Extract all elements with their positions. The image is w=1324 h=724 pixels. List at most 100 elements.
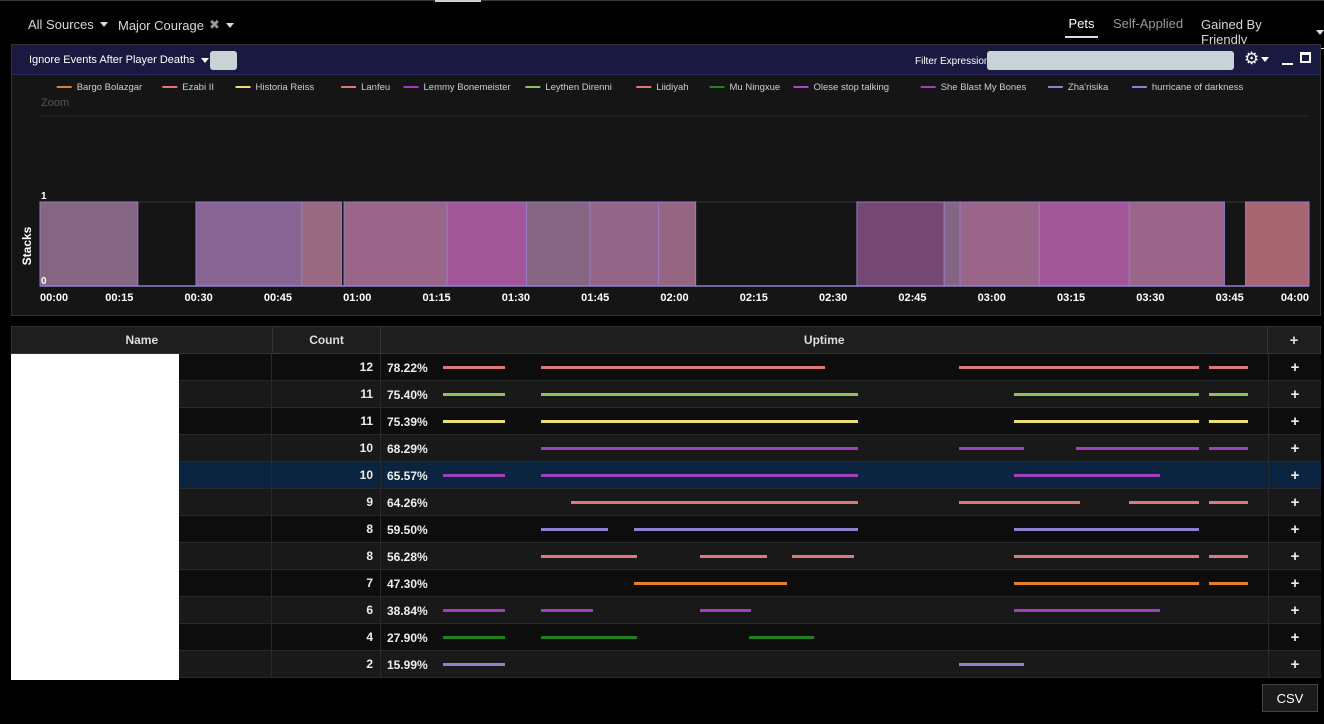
- uptime-segment: [1013, 609, 1161, 612]
- legend-item: Leythen Direnni: [545, 82, 612, 93]
- expand-row-button[interactable]: +: [1269, 462, 1321, 488]
- minimize-icon[interactable]: [1282, 54, 1293, 65]
- cell-count: 11: [272, 381, 381, 407]
- uptime-segment: [1013, 555, 1200, 558]
- stack-area: [301, 201, 342, 287]
- table-row[interactable]: 8 56.28% +: [11, 543, 1321, 570]
- stack-area: [343, 201, 448, 287]
- cell-count: 6: [272, 597, 381, 623]
- expand-row-button[interactable]: +: [1269, 570, 1321, 596]
- filter-expression-label: Filter Expression:: [915, 56, 993, 67]
- uptime-segment: [958, 501, 1081, 504]
- header-count[interactable]: Count: [273, 327, 382, 353]
- x-tick-label: 00:45: [264, 292, 292, 304]
- uptime-segment: [958, 663, 1025, 666]
- legend-item: Historia Reiss: [256, 82, 315, 93]
- cell-uptime: 38.84%: [381, 597, 1269, 623]
- expand-row-button[interactable]: +: [1269, 543, 1321, 569]
- y-axis-label: Stacks: [20, 226, 34, 265]
- sources-label: All Sources: [28, 17, 94, 32]
- header-add-column[interactable]: +: [1268, 327, 1320, 353]
- stack-area: [959, 201, 1040, 287]
- stack-area: [1245, 201, 1310, 287]
- uptime-segment: [1013, 582, 1200, 585]
- close-icon[interactable]: ✖: [209, 17, 220, 33]
- header-name[interactable]: Name: [12, 327, 273, 353]
- tab-self-applied[interactable]: Self-Applied: [1113, 16, 1183, 31]
- uptime-segment: [634, 528, 858, 531]
- y-tick-label: 0: [41, 276, 47, 287]
- uptime-percent: 75.39%: [387, 415, 428, 429]
- zoom-label: Zoom: [41, 97, 69, 109]
- expand-row-button[interactable]: +: [1269, 354, 1321, 380]
- expand-row-button[interactable]: +: [1269, 624, 1321, 650]
- ignore-deaths-toggle[interactable]: [210, 51, 237, 70]
- filter-expression-input[interactable]: [987, 51, 1234, 70]
- table-row[interactable]: 12 78.22% +: [11, 354, 1321, 381]
- ignore-deaths-dropdown[interactable]: Ignore Events After Player Deaths: [29, 54, 209, 66]
- table-row[interactable]: 10 65.57% +: [11, 462, 1321, 489]
- chevron-down-icon: [225, 22, 234, 28]
- stack-area: [856, 201, 945, 287]
- table-row[interactable]: 10 68.29% +: [11, 435, 1321, 462]
- filter-bar: All Sources Major Courage ✖ Pets Self-Ap…: [0, 8, 1324, 49]
- expand-row-button[interactable]: +: [1269, 408, 1321, 434]
- uptime-segment: [1208, 366, 1249, 369]
- maximize-icon[interactable]: [1300, 52, 1311, 63]
- expand-row-button[interactable]: +: [1269, 597, 1321, 623]
- cell-count: 7: [272, 570, 381, 596]
- uptime-segment: [541, 636, 638, 639]
- sources-dropdown[interactable]: All Sources: [28, 17, 108, 32]
- x-tick-label: 04:00: [1281, 292, 1309, 304]
- uptime-percent: 75.40%: [387, 388, 428, 402]
- table-row[interactable]: 4 27.90% +: [11, 624, 1321, 651]
- expand-row-button[interactable]: +: [1269, 381, 1321, 407]
- stack-area: [589, 201, 660, 287]
- y-tick-label: 1: [41, 191, 47, 202]
- settings-dropdown[interactable]: ⚙: [1244, 49, 1270, 69]
- table-row[interactable]: 11 75.40% +: [11, 381, 1321, 408]
- active-tab-indicator: [435, 0, 481, 2]
- x-tick-label: 03:00: [978, 292, 1006, 304]
- x-tick-label: 02:15: [740, 292, 768, 304]
- cell-count: 12: [272, 354, 381, 380]
- table-row[interactable]: 9 64.26% +: [11, 489, 1321, 516]
- aura-dropdown[interactable]: Major Courage ✖: [118, 17, 234, 33]
- x-tick-label: 01:30: [502, 292, 530, 304]
- gear-icon: ⚙: [1244, 49, 1260, 68]
- expand-row-button[interactable]: +: [1269, 516, 1321, 542]
- expand-row-button[interactable]: +: [1269, 651, 1321, 677]
- csv-button[interactable]: CSV: [1262, 684, 1318, 712]
- x-tick-label: 01:15: [422, 292, 450, 304]
- tab-pets[interactable]: Pets: [1065, 16, 1098, 38]
- chevron-down-icon: [1261, 56, 1270, 62]
- cell-uptime: 59.50%: [381, 516, 1269, 542]
- uptime-segment: [541, 528, 608, 531]
- table-row[interactable]: 11 75.39% +: [11, 408, 1321, 435]
- table-row[interactable]: 8 59.50% +: [11, 516, 1321, 543]
- table-header: Name Count Uptime +: [11, 326, 1321, 354]
- uptime-percent: 64.26%: [387, 496, 428, 510]
- table-row[interactable]: 6 38.84% +: [11, 597, 1321, 624]
- expand-row-button[interactable]: +: [1269, 435, 1321, 461]
- uptime-segment: [958, 366, 1200, 369]
- expand-row-button[interactable]: +: [1269, 489, 1321, 515]
- stack-area: [1038, 201, 1130, 287]
- cell-uptime: 64.26%: [381, 489, 1269, 515]
- x-tick-label: 03:45: [1216, 292, 1244, 304]
- table-row[interactable]: 2 15.99% +: [11, 651, 1321, 678]
- cell-count: 10: [272, 435, 381, 461]
- uptime-percent: 38.84%: [387, 604, 428, 618]
- uptime-percent: 68.29%: [387, 442, 428, 456]
- legend-item: Liidiyah: [656, 82, 688, 93]
- header-uptime[interactable]: Uptime: [381, 327, 1269, 353]
- x-tick-label: 02:00: [660, 292, 688, 304]
- uptime-segment: [443, 420, 506, 423]
- stacks-chart[interactable]: Bargo Bolazgar Ezabi II Historia Reiss Lanf…: [12, 75, 1320, 315]
- uptime-segment: [1076, 447, 1200, 450]
- cell-uptime: 78.22%: [381, 354, 1269, 380]
- uptime-segment: [541, 393, 858, 396]
- x-tick-label: 03:30: [1136, 292, 1164, 304]
- table-row[interactable]: 7 47.30% +: [11, 570, 1321, 597]
- cell-count: 10: [272, 462, 381, 488]
